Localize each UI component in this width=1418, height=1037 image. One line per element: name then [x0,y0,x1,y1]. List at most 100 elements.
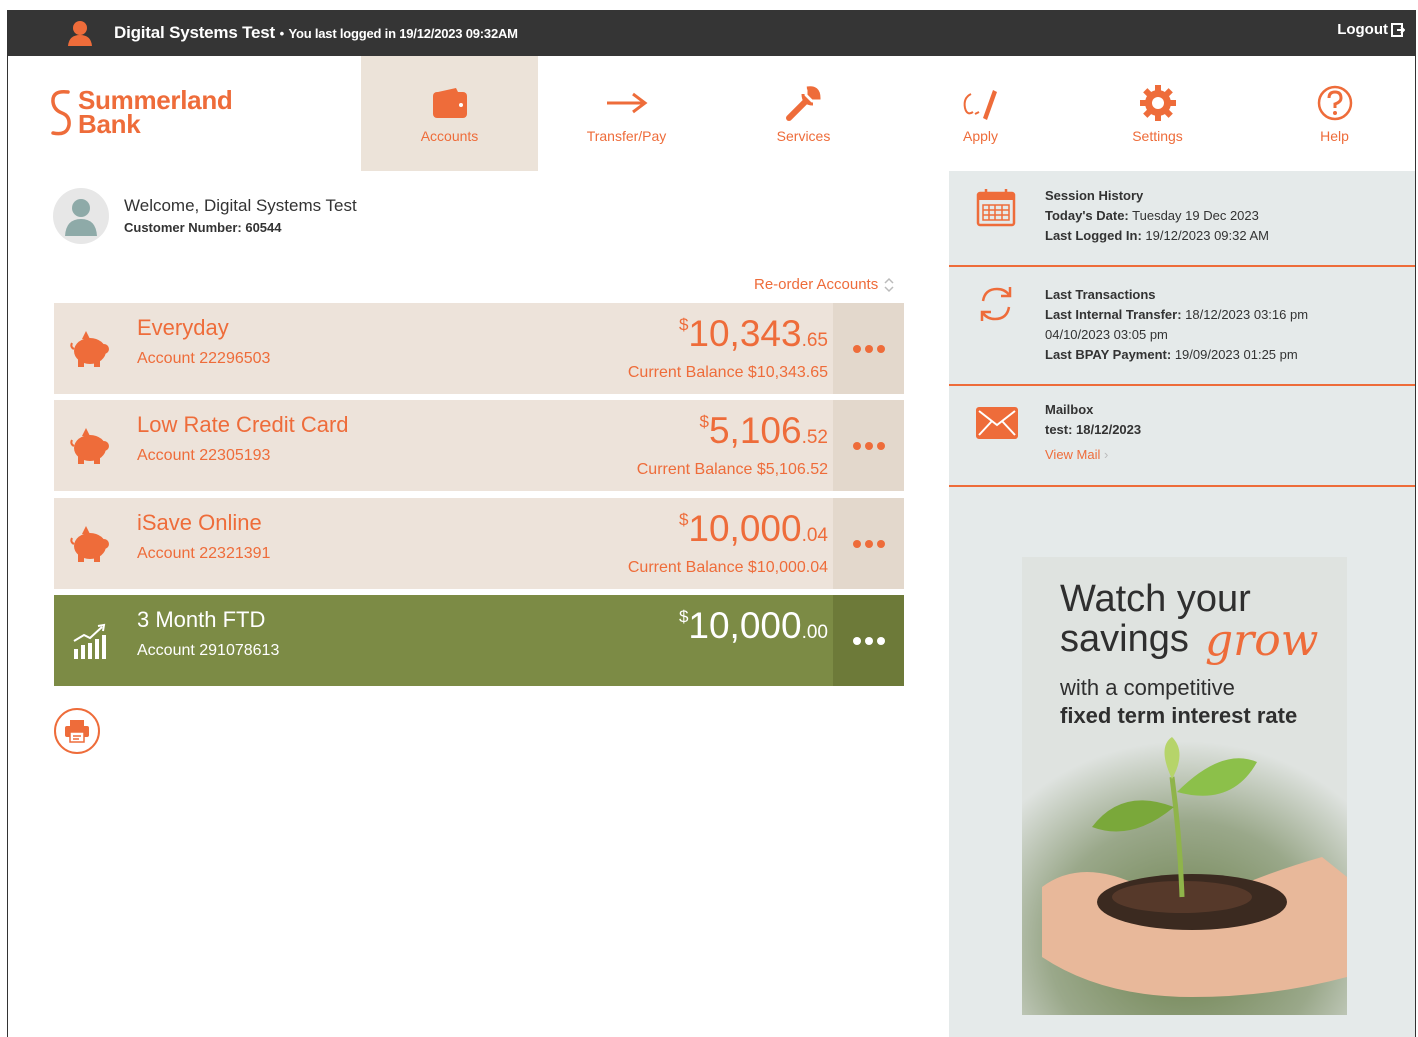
promo-grow-script: grow [1205,615,1319,666]
transactions-title: Last Transactions [1045,287,1156,302]
current-balance: Current Balance $5,106.52 [636,461,828,478]
amount-whole: 10,000 [688,508,802,549]
account-number: Account 22305193 [137,447,271,464]
nav-transfer-pay[interactable]: Transfer/Pay [538,56,715,171]
gear-icon [1139,85,1176,121]
account-amount: $5,106.52 [700,410,828,452]
main-nav: Accounts Transfer/Pay Services Apply Set… [361,56,1415,171]
reorder-accounts-link[interactable]: Re-order Accounts [754,276,895,293]
nav-apply[interactable]: Apply [892,56,1069,171]
pen-signature-icon [963,90,997,120]
nav-settings[interactable]: Settings [1069,56,1246,171]
account-number: Account 22296503 [137,350,271,367]
account-amount: $10,000.00 [679,605,828,647]
printer-icon [65,720,89,743]
more-options-button[interactable] [833,303,904,394]
piggy-bank-icon [68,329,112,374]
reorder-label: Re-order Accounts [754,276,879,293]
person-icon [65,199,97,236]
top-bar: Digital Systems Test • You last logged i… [8,10,1415,56]
logo-mark-icon [51,89,71,136]
nav-help-label: Help [1320,128,1349,144]
account-name: Everyday [137,315,229,340]
promo-banner[interactable]: Watch your savings grow with a competitiv… [1022,557,1347,1015]
nav-services[interactable]: Services [715,56,892,171]
current-balance: Current Balance $10,343.65 [627,364,828,381]
nav-settings-label: Settings [1132,128,1183,144]
current-balance: Current Balance $10,000.04 [627,559,828,576]
more-options-button[interactable] [833,595,904,686]
piggy-bank-icon [68,426,112,471]
brand-logo[interactable]: Summerland Bank [48,87,233,143]
nav-accounts[interactable]: Accounts [361,56,538,171]
view-mail-link[interactable]: View Mail › [1045,445,1141,465]
promo-subline: with a competitive [1060,675,1235,700]
more-dots-icon [852,636,885,645]
login-info: Digital Systems Test • You last logged i… [114,23,518,43]
account-number: Account 22321391 [137,545,271,562]
more-dots-icon [852,539,885,548]
mail-icon [975,406,1019,445]
more-dots-icon [852,344,885,353]
currency-symbol: $ [678,510,689,529]
account-name: Low Rate Credit Card [137,412,349,437]
last-transactions-panel: Last Transactions Last Internal Transfer… [949,267,1415,386]
amount-whole: 10,000 [688,605,802,646]
customer-number: Customer Number: 60544 [124,220,282,235]
last-bpay-payment: Last BPAY Payment: 19/09/2023 01:25 pm [1045,347,1298,362]
nav-apply-label: Apply [962,128,999,144]
transfer-extra-date: 04/10/2023 03:05 pm [1045,327,1168,342]
mail-message: test: 18/12/2023 [1045,422,1142,437]
more-dots-icon [852,441,885,450]
print-button[interactable] [54,708,100,754]
wrench-icon [785,86,821,121]
account-card-everyday[interactable]: Everyday Account 22296503 $10,343.65 Cur… [54,303,904,394]
logout-icon [1391,22,1405,37]
nav-help[interactable]: Help [1246,56,1415,171]
nav-accounts-label: Accounts [420,128,479,144]
chevron-right-icon: › [1104,447,1109,462]
sidebar: Session History Today's Date: Tuesday 19… [949,171,1415,1037]
last-logged-in: Last Logged In: 19/12/2023 09:32 AM [1045,228,1270,243]
account-name: 3 Month FTD [137,607,266,632]
account-name: iSave Online [137,510,262,535]
user-icon [66,19,94,52]
currency-symbol: $ [699,412,709,431]
more-options-button[interactable] [833,498,904,589]
account-card-isave-online[interactable]: iSave Online Account 22321391 $10,000.04… [54,498,904,589]
piggy-bank-icon [68,524,112,569]
session-title: Session History [1045,188,1144,203]
growth-chart-icon [68,621,112,666]
logout-label: Logout [1337,21,1388,38]
avatar [53,188,109,244]
logout-button[interactable]: Logout [1337,21,1405,38]
amount-cents: .04 [801,525,828,546]
last-internal-transfer: Last Internal Transfer: 18/12/2023 03:16… [1045,307,1309,322]
account-amount: $10,343.65 [679,313,828,355]
currency-symbol: $ [678,315,689,334]
account-card-3-month-ftd[interactable]: 3 Month FTD Account 291078613 $10,000.00 [54,595,904,686]
nav-transfer-label: Transfer/Pay [586,128,667,144]
question-icon [1317,85,1352,121]
sort-icon [884,277,894,292]
account-amount: $10,000.04 [679,508,828,550]
refresh-icon [975,283,1017,330]
welcome-text: Welcome, Digital Systems Test [124,196,357,215]
currency-symbol: $ [678,607,689,626]
amount-whole: 10,343 [688,313,802,354]
brand-line2: Bank [78,109,141,139]
amount-cents: .52 [801,427,828,448]
mailbox-title: Mailbox [1045,402,1094,417]
amount-cents: .65 [801,330,828,351]
amount-cents: .00 [801,622,828,643]
more-options-button[interactable] [833,400,904,491]
account-card-low-rate-credit-card[interactable]: Low Rate Credit Card Account 22305193 $5… [54,400,904,491]
mailbox-panel: Mailbox test: 18/12/2023 View Mail › [949,386,1415,487]
calendar-icon [975,187,1017,234]
session-history-panel: Session History Today's Date: Tuesday 19… [949,171,1415,267]
wallet-icon [432,88,467,118]
separator: • [279,26,285,41]
last-login-text: You last logged in 19/12/2023 09:32AM [288,26,518,41]
todays-date: Today's Date: Tuesday 19 Dec 2023 [1045,208,1259,223]
user-name: Digital Systems Test [114,23,276,42]
